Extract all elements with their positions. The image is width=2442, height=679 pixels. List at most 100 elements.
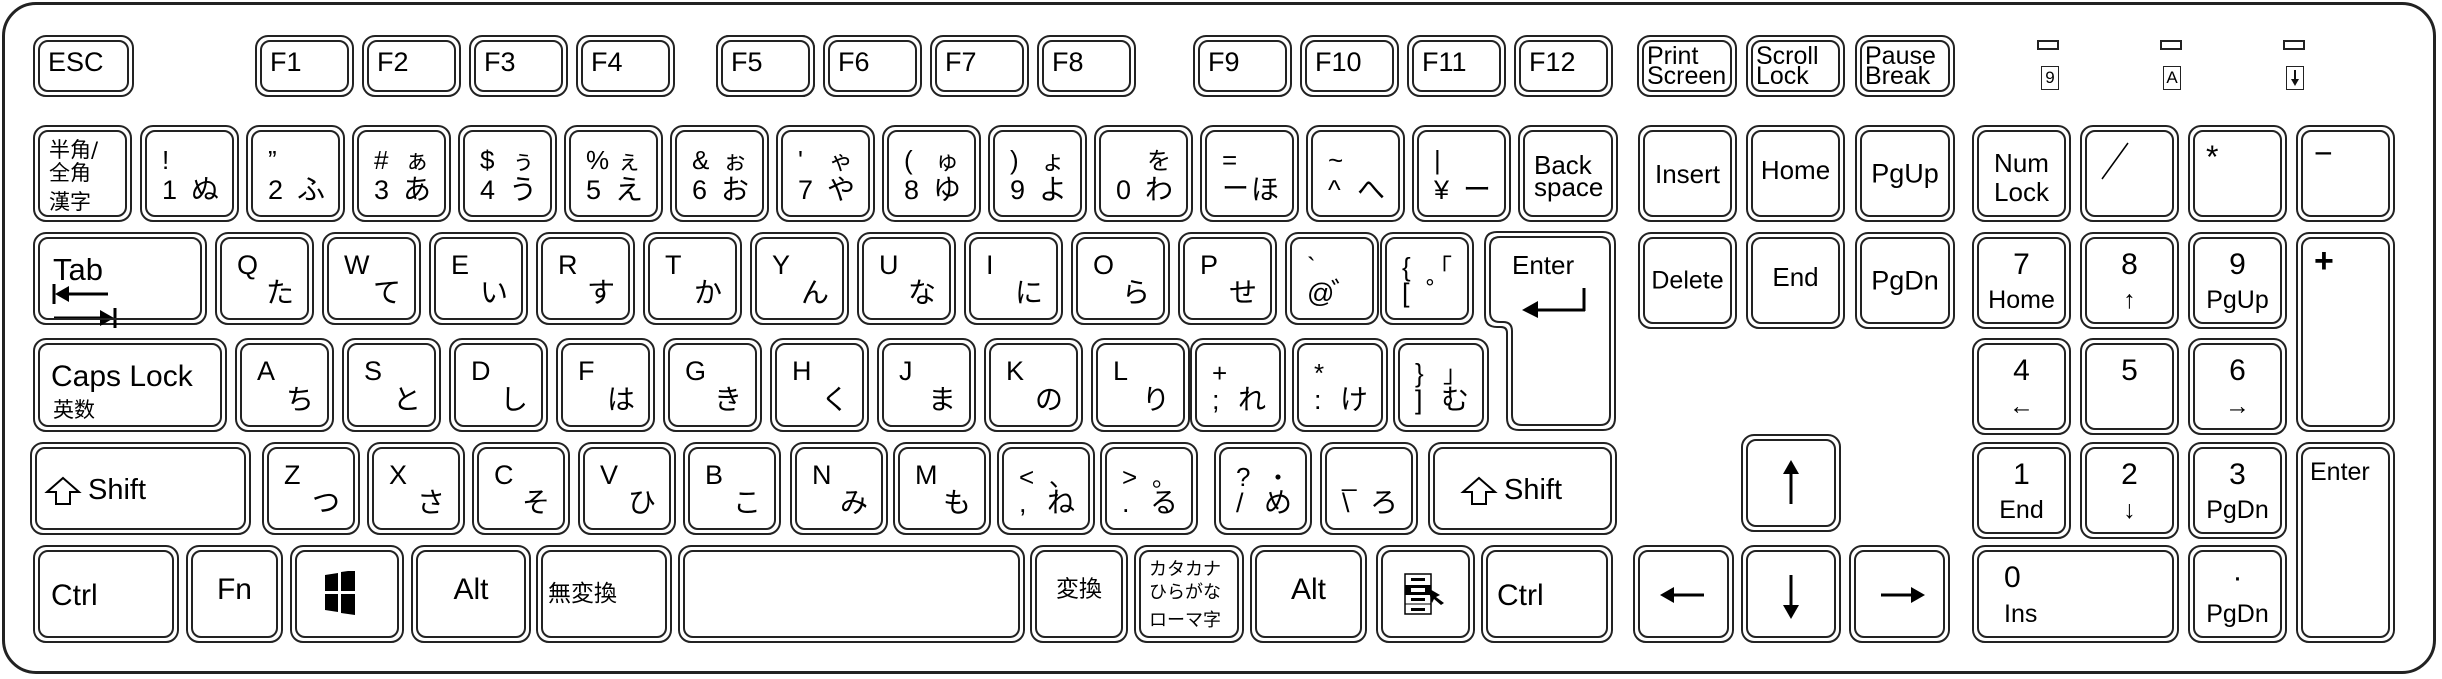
key-numpad-0[interactable]: 7 Home <box>1972 232 2071 329</box>
key-letter[interactable]: Aち <box>235 338 334 432</box>
key-pause-break[interactable]: Pause Break <box>1855 35 1955 97</box>
key-numpad-1[interactable]: 8 ↑ <box>2080 232 2179 329</box>
key-shift-left[interactable]: Shift <box>30 442 251 535</box>
key-numpad-10[interactable]: · PgDn <box>2188 545 2287 643</box>
key-f5[interactable]: F5 <box>716 35 815 97</box>
key-number-9[interactable]: を0わ <box>1094 125 1193 222</box>
key-f4[interactable]: F4 <box>576 35 675 97</box>
key-number-1[interactable]: ” 2 ふ <box>246 125 345 222</box>
key-f6[interactable]: F6 <box>823 35 922 97</box>
key-letter[interactable]: Bこ <box>683 442 781 535</box>
key-number-8[interactable]: ) ょ 9 よ <box>988 125 1087 222</box>
key-number-11[interactable]: ~ ^ へ <box>1306 125 1405 222</box>
key-menu[interactable] <box>1376 545 1475 643</box>
key-numpad-6[interactable]: 1 End <box>1972 442 2071 539</box>
key-letter[interactable]: Vひ <box>578 442 676 535</box>
key-caps-lock[interactable]: Caps Lock 英数 <box>33 338 227 432</box>
key-tab[interactable]: Tab <box>33 232 207 328</box>
key-number-10[interactable]: = ーほ <box>1200 125 1299 222</box>
key-esc[interactable]: ESC <box>33 35 134 97</box>
key-close-bracket-key[interactable]: }」] む <box>1393 338 1489 432</box>
key-number-5[interactable]: & ぉ 6 お <box>670 125 769 222</box>
key-f12[interactable]: F12 <box>1514 35 1613 97</box>
key-letter[interactable]: Cそ <box>472 442 570 535</box>
key-alt-right[interactable]: Alt <box>1250 545 1367 643</box>
key-home[interactable]: Home <box>1746 125 1845 222</box>
key-num-multiply[interactable]: * <box>2188 125 2287 222</box>
key-letter[interactable]: Rす <box>536 232 635 325</box>
key-f3[interactable]: F3 <box>469 35 568 97</box>
key-letter[interactable]: Dし <box>449 338 548 432</box>
key-f7[interactable]: F7 <box>930 35 1029 97</box>
key-letter[interactable]: Yん <box>750 232 849 325</box>
key-number-12[interactable]: | ¥ ー <box>1412 125 1511 222</box>
key-arrow-left[interactable] <box>1633 545 1734 643</box>
key-period-key[interactable]: >。. る <box>1100 442 1198 535</box>
key-num-plus[interactable]: + <box>2296 232 2395 432</box>
key-at-key[interactable]: ` @ ゛ <box>1285 232 1379 325</box>
key-scroll-lock[interactable]: Scroll Lock <box>1746 35 1845 97</box>
key-insert[interactable]: Insert <box>1638 125 1737 222</box>
key-bracket-key[interactable]: {「[゜ <box>1380 232 1474 325</box>
key-numpad-8[interactable]: 3 PgDn <box>2188 442 2287 539</box>
key-number-3[interactable]: $ ぅ 4 う <box>458 125 557 222</box>
key-numpad-2[interactable]: 9 PgUp <box>2188 232 2287 329</box>
key-letter[interactable]: Pせ <box>1178 232 1277 325</box>
key-number-0[interactable]: ! 1 ぬ <box>140 125 239 222</box>
key-f8[interactable]: F8 <box>1037 35 1136 97</box>
key-slash-key[interactable]: ? ・ / め <box>1214 442 1312 535</box>
key-f11[interactable]: F11 <box>1407 35 1506 97</box>
key-letter[interactable]: Xさ <box>367 442 465 535</box>
key-number-4[interactable]: % ぇ 5 え <box>564 125 663 222</box>
key-letter[interactable]: Qた <box>215 232 314 325</box>
key-letter[interactable]: Oら <box>1071 232 1170 325</box>
key-numlock[interactable]: Num Lock <box>1972 125 2071 222</box>
key-numpad-4[interactable]: 5 <box>2080 338 2179 435</box>
key-letter[interactable]: Hく <box>770 338 869 432</box>
key-numpad-3[interactable]: 4 ← <box>1972 338 2071 435</box>
key-f1[interactable]: F1 <box>255 35 354 97</box>
key-alt-left[interactable]: Alt <box>411 545 531 643</box>
key-number-7[interactable]: (ゅ 8 ゆ <box>882 125 981 222</box>
key-shift-right[interactable]: Shift <box>1428 442 1617 535</box>
key-print-screen[interactable]: Print Screen <box>1637 35 1737 97</box>
key-backslash-key[interactable]: _ \ ろ <box>1320 442 1418 535</box>
key-delete[interactable]: Delete <box>1638 232 1737 329</box>
key-num-enter[interactable]: Enter <box>2296 442 2395 643</box>
key-muhenkan[interactable]: 無変換 <box>536 545 672 643</box>
key-ctrl-right[interactable]: Ctrl <box>1481 545 1613 643</box>
key-letter[interactable]: Sと <box>342 338 441 432</box>
key-end[interactable]: End <box>1746 232 1845 329</box>
key-pgup[interactable]: PgUp <box>1855 125 1955 222</box>
key-semicolon-key[interactable]: +; れ <box>1190 338 1286 432</box>
key-backspace[interactable]: Back space <box>1518 125 1618 222</box>
key-ctrl-left[interactable]: Ctrl <box>33 545 179 643</box>
key-letter[interactable]: Lり <box>1091 338 1190 432</box>
key-hankaku-zenkaku[interactable]: 半角/ 全角 漢字 <box>33 125 132 222</box>
key-numpad-5[interactable]: 6 → <box>2188 338 2287 435</box>
key-number-2[interactable]: # ぁ 3 あ <box>352 125 451 222</box>
key-pgdn[interactable]: PgDn <box>1855 232 1955 329</box>
key-letter[interactable]: Wて <box>322 232 421 325</box>
key-num-minus[interactable]: − <box>2296 125 2395 222</box>
key-arrow-down[interactable] <box>1741 545 1841 643</box>
key-f2[interactable]: F2 <box>362 35 461 97</box>
key-letter[interactable]: Kの <box>984 338 1083 432</box>
key-arrow-right[interactable] <box>1849 545 1950 643</box>
key-arrow-up[interactable] <box>1741 434 1841 532</box>
key-letter[interactable]: Mも <box>893 442 991 535</box>
key-windows[interactable] <box>290 545 404 643</box>
key-letter[interactable]: Uな <box>857 232 956 325</box>
key-letter[interactable]: Nみ <box>790 442 888 535</box>
key-fn[interactable]: Fn <box>186 545 283 643</box>
key-numpad-7[interactable]: 2 ↓ <box>2080 442 2179 539</box>
key-letter[interactable]: Fは <box>556 338 655 432</box>
key-numpad-9[interactable]: 0 Ins <box>1972 545 2179 643</box>
key-num-divide[interactable] <box>2080 125 2179 222</box>
key-letter[interactable]: Iに <box>964 232 1063 325</box>
key-f10[interactable]: F10 <box>1300 35 1399 97</box>
key-colon-key[interactable]: *: け <box>1292 338 1388 432</box>
key-letter[interactable]: Eい <box>429 232 528 325</box>
key-letter[interactable]: Zつ <box>262 442 360 535</box>
key-letter[interactable]: Gき <box>663 338 762 432</box>
